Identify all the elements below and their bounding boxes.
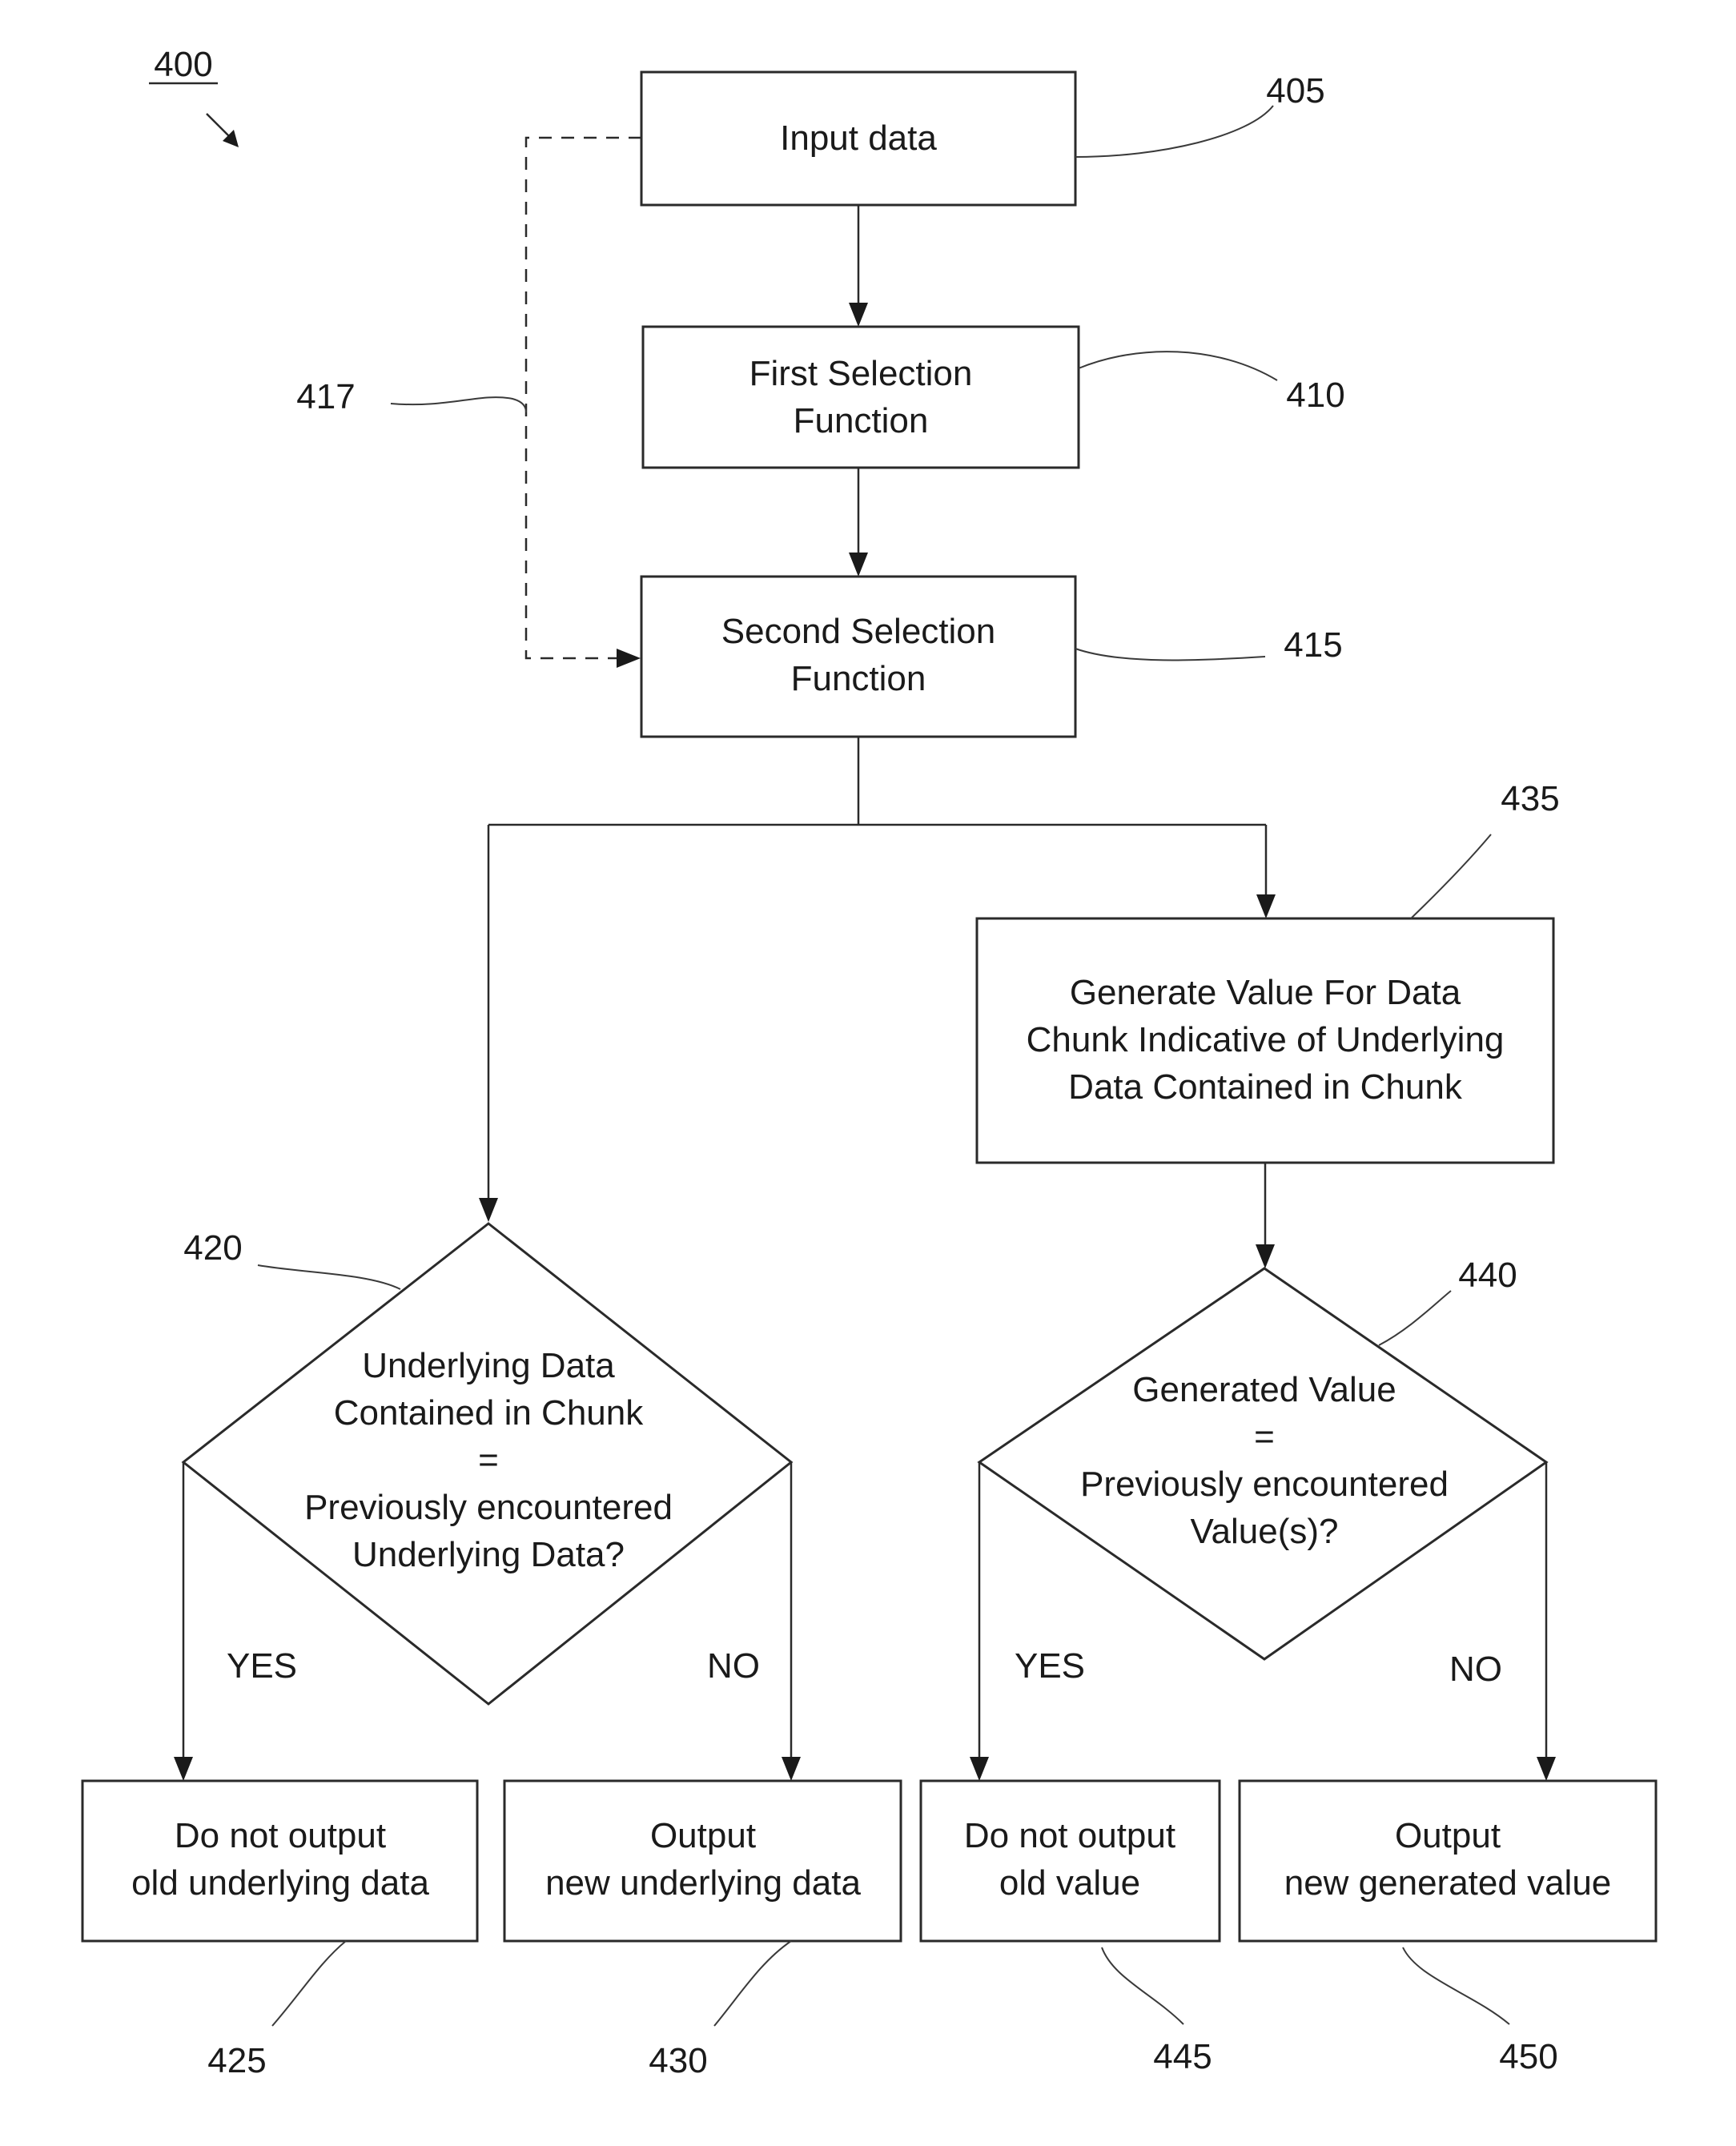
no-output-old-data-line-1: Do not output — [175, 1816, 386, 1855]
ref-435: 435 — [1501, 779, 1559, 818]
decision-value-line-3: Previously encountered — [1080, 1465, 1449, 1504]
leader-430 — [713, 1940, 792, 2027]
output-new-data-box: Output new underlying data — [503, 1779, 902, 1943]
flowchart-400: 400 Input data 405 First Selection Funct… — [81, 45, 1658, 2080]
ref-410: 410 — [1286, 376, 1344, 415]
no-output-old-data-line-2: old underlying data — [131, 1863, 429, 1903]
bypass-dashed-path — [524, 136, 641, 668]
yes-branch-420 — [174, 1462, 193, 1781]
second-selection-line-2: Function — [791, 659, 926, 698]
leader-420 — [257, 1264, 401, 1290]
figure-number: 400 — [154, 45, 212, 84]
output-new-value-line-1: Output — [1395, 1816, 1501, 1855]
generate-value-line-1: Generate Value For Data — [1070, 973, 1461, 1012]
figure-pointer-arrow — [206, 113, 239, 147]
leader-440 — [1378, 1290, 1452, 1346]
ref-450: 450 — [1499, 2037, 1557, 2076]
yes-label-440: YES — [1015, 1646, 1085, 1686]
decision-value-line-4: Value(s)? — [1190, 1512, 1338, 1551]
leader-410 — [1078, 351, 1278, 381]
second-selection-line-1: Second Selection — [721, 612, 995, 651]
output-new-value-line-2: new generated value — [1284, 1863, 1612, 1903]
decision-underlying-line-2: Contained in Chunk — [334, 1393, 644, 1433]
ref-405: 405 — [1266, 71, 1324, 111]
second-selection-box: Second Selection Function — [640, 575, 1077, 738]
decision-value-line-1: Generated Value — [1132, 1370, 1396, 1409]
no-label-420: NO — [707, 1646, 760, 1686]
leader-425 — [271, 1940, 347, 2027]
generate-value-box: Generate Value For Data Chunk Indicative… — [975, 917, 1555, 1164]
leader-405 — [1075, 105, 1274, 158]
first-selection-box: First Selection Function — [641, 325, 1080, 469]
leader-445 — [1101, 1947, 1184, 2025]
no-branch-420 — [782, 1462, 801, 1781]
ref-420: 420 — [183, 1228, 242, 1268]
input-data-box: Input data — [640, 70, 1077, 207]
leader-417 — [390, 396, 527, 413]
no-label-440: NO — [1449, 1650, 1502, 1689]
yes-label-420: YES — [227, 1646, 297, 1686]
ref-440: 440 — [1458, 1256, 1517, 1295]
no-output-old-value-line-1: Do not output — [964, 1816, 1175, 1855]
leader-450 — [1402, 1947, 1510, 2025]
generate-value-line-3: Data Contained in Chunk — [1068, 1067, 1463, 1107]
output-new-data-line-2: new underlying data — [545, 1863, 861, 1903]
arrow-first-to-second — [849, 468, 868, 577]
decision-value-diamond: Generated Value = Previously encountered… — [977, 1267, 1549, 1661]
yes-branch-440 — [970, 1462, 989, 1781]
output-new-value-box: Output new generated value — [1238, 1779, 1658, 1943]
no-output-old-data-box: Do not output old underlying data — [81, 1779, 479, 1943]
arrow-input-to-first — [849, 205, 868, 327]
decision-underlying-diamond: Underlying Data Contained in Chunk = Pre… — [181, 1222, 794, 1706]
leader-415 — [1075, 648, 1266, 661]
decision-underlying-line-5: Underlying Data? — [352, 1535, 625, 1574]
input-data-label: Input data — [780, 119, 937, 158]
decision-underlying-line-1: Underlying Data — [362, 1346, 615, 1385]
output-new-data-line-1: Output — [650, 1816, 756, 1855]
ref-430: 430 — [649, 2041, 707, 2080]
decision-value-line-2: = — [1254, 1417, 1275, 1457]
decision-underlying-line-3: = — [478, 1441, 499, 1480]
ref-425: 425 — [207, 2041, 266, 2080]
leader-435 — [1410, 834, 1492, 919]
ref-417: 417 — [296, 377, 355, 416]
generate-value-line-2: Chunk Indicative of Underlying — [1027, 1020, 1505, 1059]
decision-underlying-line-4: Previously encountered — [304, 1488, 673, 1527]
no-output-old-value-line-2: old value — [999, 1863, 1140, 1903]
ref-445: 445 — [1153, 2037, 1212, 2076]
first-selection-line-1: First Selection — [749, 354, 973, 393]
ref-415: 415 — [1284, 625, 1342, 665]
no-branch-440 — [1537, 1462, 1556, 1781]
first-selection-line-2: Function — [794, 401, 929, 440]
no-output-old-value-box: Do not output old value — [919, 1779, 1221, 1943]
arrow-generate-to-decision — [1256, 1163, 1275, 1268]
